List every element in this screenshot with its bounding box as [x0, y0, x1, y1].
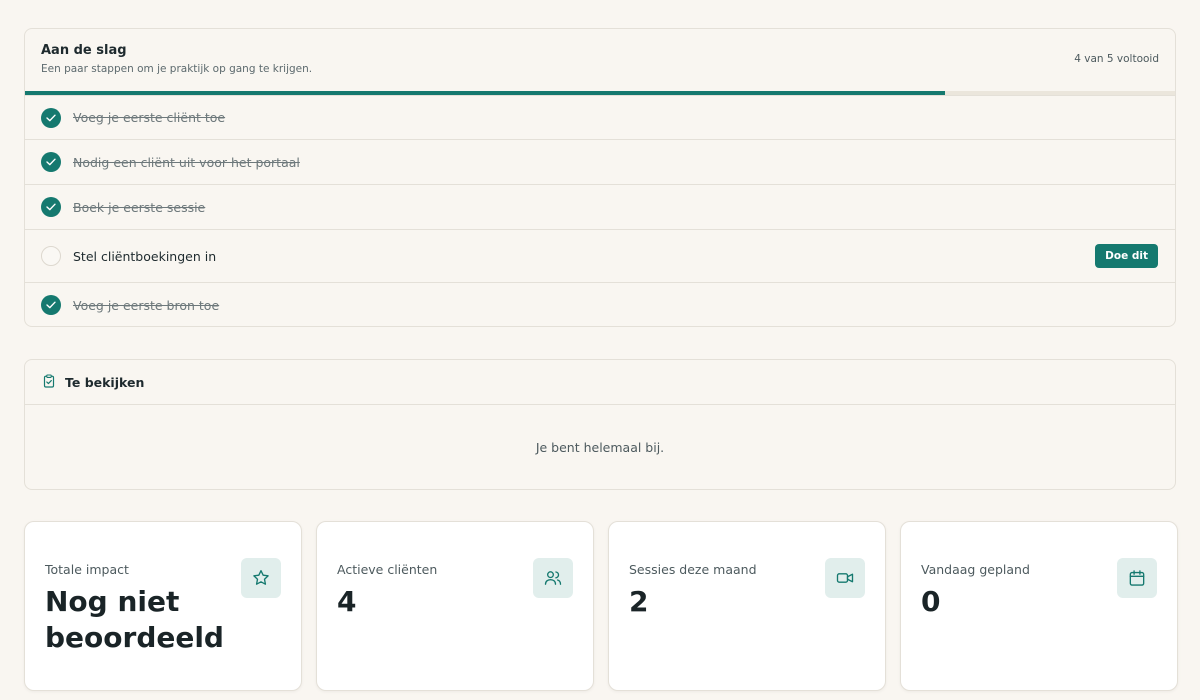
stat-card-active-clients: Actieve cliënten 4 — [316, 521, 594, 691]
onboarding-header: Aan de slag Een paar stappen om je prakt… — [25, 29, 1175, 91]
stat-value: 4 — [337, 585, 357, 618]
onboarding-title: Aan de slag — [41, 43, 127, 58]
stat-value: Nog niet beoordeeld — [45, 585, 224, 654]
review-header: Te bekijken — [25, 360, 1175, 405]
task-label: Voeg je eerste cliënt toe — [73, 110, 226, 125]
onboarding-subtitle: Een paar stappen om je praktijk op gang … — [41, 63, 313, 75]
task-label: Boek je eerste sessie — [73, 199, 206, 215]
check-circle-icon — [41, 152, 61, 172]
stat-card-sessions-month: Sessies deze maand 2 — [608, 521, 886, 691]
check-circle-icon — [41, 107, 61, 128]
task-label: Voeg je eerste bron toe — [73, 297, 220, 313]
task-label: Nodig een cliënt uit voor het portaal — [73, 154, 300, 170]
task-item: Voeg je eerste cliënt toe — [25, 95, 1175, 139]
stat-card-today-planned: Vandaag gepland 0 — [900, 521, 1178, 691]
users-icon — [533, 558, 573, 598]
check-circle-icon — [41, 295, 61, 315]
stat-label: Actieve cliënten — [337, 562, 438, 577]
stat-label: Totale impact — [45, 562, 129, 577]
task-item: Boek je eerste sessie — [25, 184, 1175, 229]
check-circle-icon — [41, 197, 61, 217]
onboarding-card: Aan de slag Een paar stappen om je prakt… — [24, 28, 1176, 327]
stat-value: 2 — [629, 585, 649, 618]
stat-value: 0 — [921, 585, 941, 618]
do-task-button[interactable]: Doe dit — [1095, 244, 1158, 268]
task-label: Stel cliëntboekingen in — [73, 248, 217, 264]
calendar-icon — [1117, 558, 1157, 598]
task-item: Nodig een cliënt uit voor het portaal — [25, 139, 1175, 184]
clipboard-check-icon — [42, 373, 56, 392]
task-item: Voeg je eerste bron toe — [25, 282, 1175, 326]
onboarding-progress-text: 4 van 5 voltooid — [1074, 53, 1159, 65]
empty-circle-icon — [41, 246, 61, 266]
stat-card-total-impact: Totale impact Nog niet beoordeeld — [24, 521, 302, 691]
review-empty-state: Je bent helemaal bij. — [535, 440, 665, 455]
stat-label: Sessies deze maand — [629, 562, 757, 577]
review-title: Te bekijken — [65, 374, 145, 390]
task-item-pending: Stel cliëntboekingen in Doe dit — [25, 229, 1175, 282]
stat-label: Vandaag gepland — [921, 562, 1030, 577]
star-icon — [241, 558, 281, 598]
video-icon — [825, 558, 865, 598]
review-card: Te bekijken Je bent helemaal bij. — [24, 359, 1176, 490]
